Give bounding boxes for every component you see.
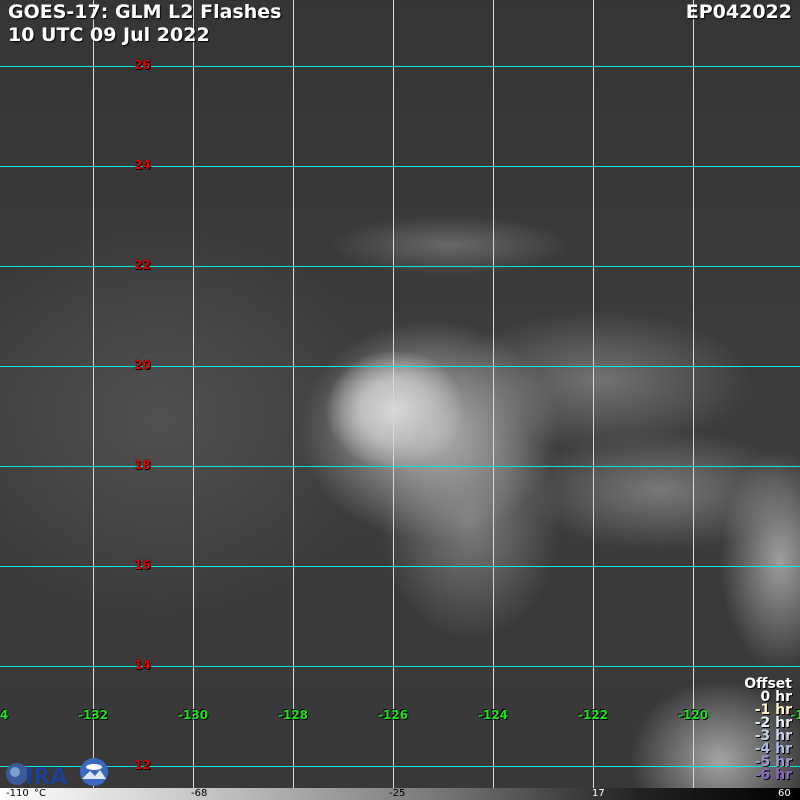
- colorbar-label: -110: [6, 788, 29, 799]
- product-title: GOES-17: GLM L2 Flashes: [8, 1, 282, 23]
- longitude-line: [193, 0, 194, 788]
- lon-label: -128: [277, 708, 309, 722]
- colorbar-label: -25: [389, 788, 406, 799]
- longitude-line: [693, 0, 694, 788]
- longitude-line: [593, 0, 594, 788]
- colorbar-unit: °C: [34, 788, 46, 799]
- lon-label: -130: [177, 708, 209, 722]
- latitude-line: [0, 766, 800, 767]
- cira-logo: IRA: [5, 757, 110, 788]
- latitude-line: [0, 566, 800, 567]
- lon-label: -126: [377, 708, 409, 722]
- longitude-line: [393, 0, 394, 788]
- colorbar-label: 17: [592, 788, 605, 799]
- lat-label: 20: [134, 358, 151, 372]
- lat-label: 16: [134, 558, 151, 572]
- satellite-map: 26 24 22 20 18 16 14 12 4 -132 -130 -128…: [0, 0, 800, 788]
- lon-label: -122: [577, 708, 609, 722]
- datetime-label: 10 UTC 09 Jul 2022: [8, 24, 210, 46]
- lon-label: -120: [677, 708, 709, 722]
- colorbar-label: -68: [191, 788, 208, 799]
- latitude-line: [0, 266, 800, 267]
- lat-label: 14: [134, 658, 151, 672]
- lat-label: 24: [134, 158, 151, 172]
- latitude-line: [0, 66, 800, 67]
- longitude-line: [493, 0, 494, 788]
- colorbar-label: 60: [778, 788, 791, 799]
- lat-label: 18: [134, 458, 151, 472]
- latitude-line: [0, 466, 800, 467]
- storm-id: EP042022: [685, 1, 792, 23]
- longitude-line: [93, 0, 94, 788]
- lon-label: 4: [0, 708, 9, 722]
- lon-label: -132: [77, 708, 109, 722]
- latitude-line: [0, 666, 800, 667]
- latitude-line: [0, 166, 800, 167]
- temperature-colorbar: -110 °C -68 -25 17 60: [0, 788, 800, 800]
- offset-item: -6 hr: [754, 767, 792, 783]
- offset-legend: Offset 0 hr -1 hr -2 hr -3 hr -4 hr -5 h…: [744, 677, 792, 783]
- lon-label: -124: [477, 708, 509, 722]
- longitude-line: [293, 0, 294, 788]
- lat-label: 22: [134, 258, 151, 272]
- latitude-line: [0, 366, 800, 367]
- svg-text:IRA: IRA: [25, 765, 67, 787]
- lat-label: 26: [134, 58, 151, 72]
- lat-label: 12: [134, 758, 151, 772]
